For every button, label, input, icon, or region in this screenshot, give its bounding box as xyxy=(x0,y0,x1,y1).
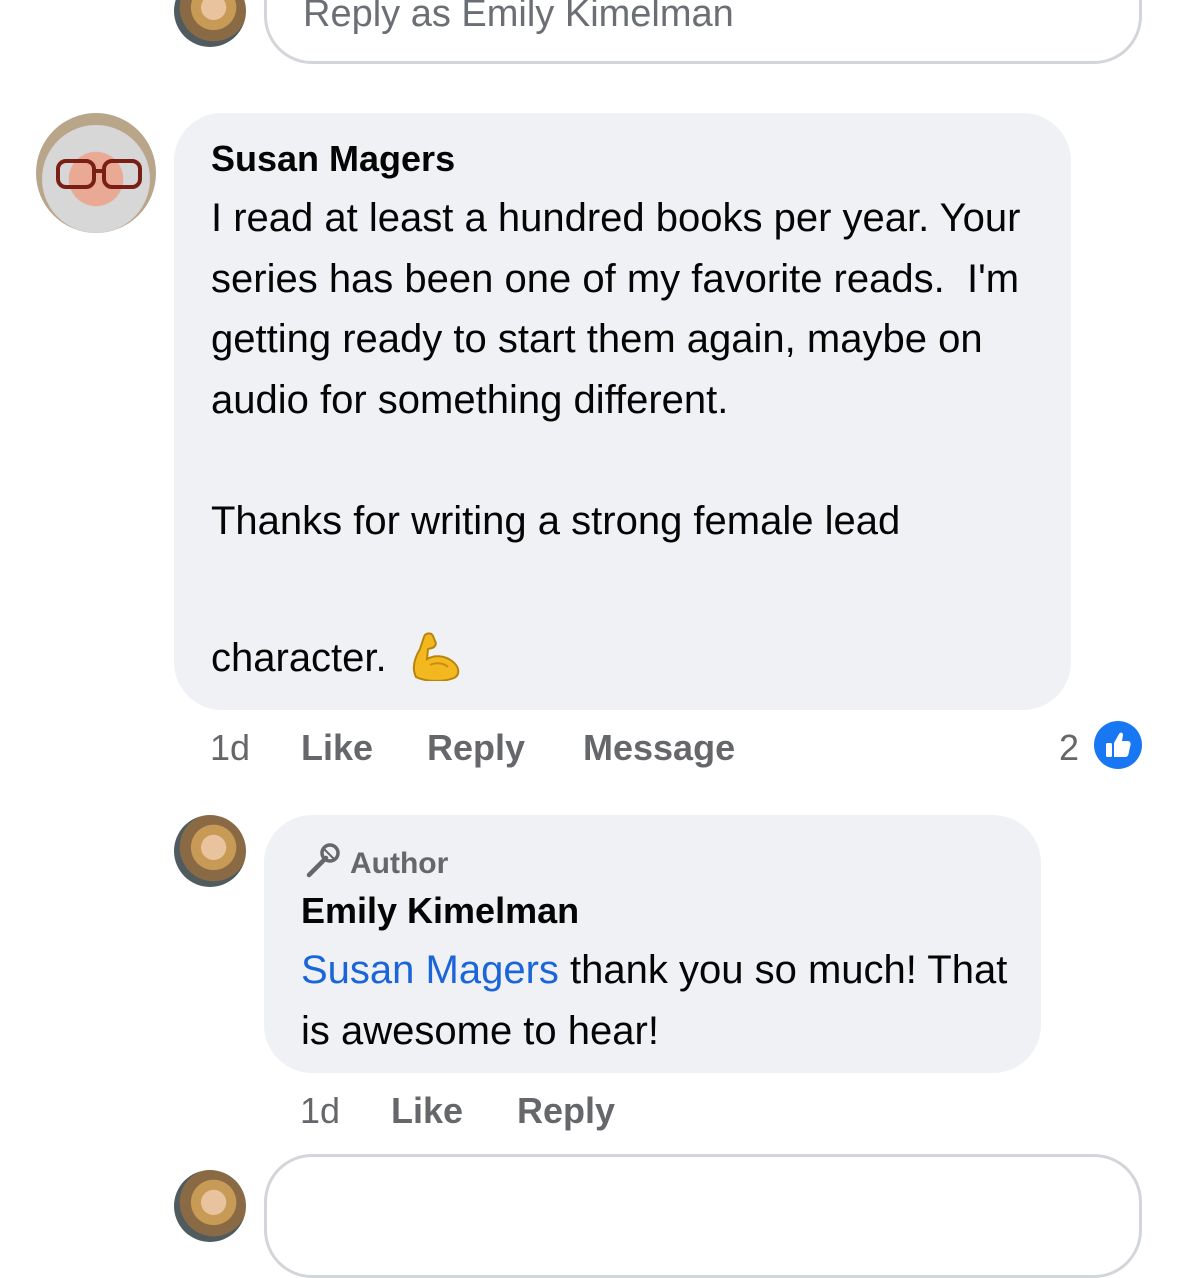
comment-reply-button[interactable]: Reply xyxy=(427,727,525,769)
reply-input-placeholder: Reply as Emily Kimelman xyxy=(303,0,734,35)
avatar-emily-top[interactable] xyxy=(174,0,246,47)
comment-author-name[interactable]: Susan Magers xyxy=(211,138,455,180)
avatar-susan-magers[interactable] xyxy=(36,113,156,233)
reply-text: Susan Magers thank you so much! That is … xyxy=(301,940,1021,1061)
like-reaction-icon[interactable] xyxy=(1094,721,1142,769)
reaction-count[interactable]: 2 xyxy=(1059,727,1079,769)
reply-timestamp[interactable]: 1d xyxy=(300,1090,340,1132)
mention-link[interactable]: Susan Magers xyxy=(301,948,559,992)
comment-text: I read at least a hundred books per year… xyxy=(211,196,1021,543)
reply-input-top[interactable]: Reply as Emily Kimelman xyxy=(264,0,1142,64)
avatar-emily-bottom[interactable] xyxy=(174,1170,246,1242)
comment-last-line-text: character. xyxy=(211,636,387,680)
reply-input-bottom[interactable] xyxy=(264,1154,1142,1278)
glasses-graphic xyxy=(56,159,142,189)
reply-reply-button[interactable]: Reply xyxy=(517,1090,615,1132)
comment-bubble: Susan Magers I read at least a hundred b… xyxy=(174,113,1071,710)
comment-last-line: character. xyxy=(211,628,464,689)
avatar-emily-kimelman[interactable] xyxy=(174,815,246,887)
comment-message-button[interactable]: Message xyxy=(583,727,735,769)
microphone-icon xyxy=(306,843,340,878)
author-badge: Author xyxy=(302,843,448,881)
thumbs-up-icon xyxy=(1106,732,1131,757)
flexed-biceps-icon xyxy=(412,632,460,682)
reply-like-button[interactable]: Like xyxy=(391,1090,463,1132)
comment-like-button[interactable]: Like xyxy=(301,727,373,769)
author-badge-label: Author xyxy=(350,847,449,880)
reply-author-name[interactable]: Emily Kimelman xyxy=(301,890,579,932)
comment-timestamp[interactable]: 1d xyxy=(210,727,250,769)
reply-bubble: Author Emily Kimelman Susan Magers thank… xyxy=(264,815,1041,1073)
